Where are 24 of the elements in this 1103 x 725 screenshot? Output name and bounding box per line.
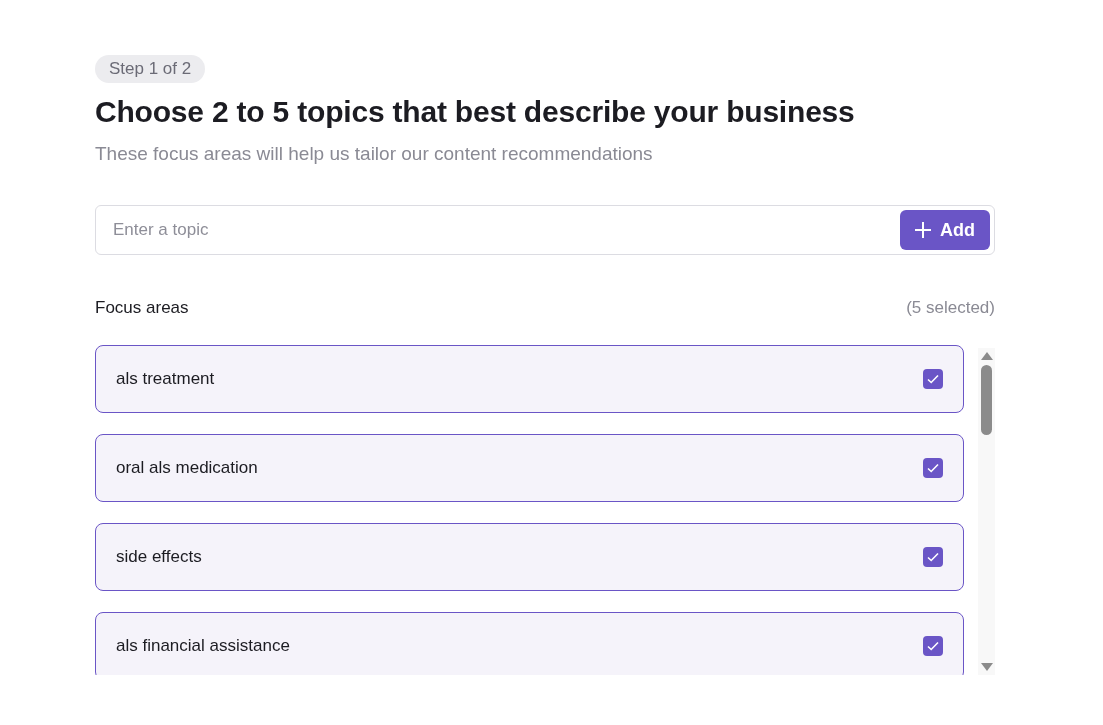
checkbox[interactable] (923, 458, 943, 478)
topic-input-field[interactable]: Enter a topic Add (95, 205, 995, 255)
topic-option[interactable]: als financial assistance (95, 612, 964, 675)
focus-areas-label: Focus areas (95, 298, 189, 318)
topic-label: oral als medication (116, 458, 258, 478)
checkbox[interactable] (923, 547, 943, 567)
scroll-down-icon[interactable] (980, 663, 993, 671)
page-subtitle: These focus areas will help us tailor our content recommendations (95, 143, 654, 165)
checkbox[interactable] (923, 636, 943, 656)
plus-icon (914, 221, 932, 239)
add-button[interactable]: Add (900, 210, 990, 250)
scrollbar[interactable] (978, 348, 995, 675)
topic-label: side effects (116, 547, 202, 567)
topic-option[interactable]: oral als medication (95, 434, 964, 502)
scroll-up-icon[interactable] (980, 352, 993, 360)
topic-option[interactable]: als treatment (95, 345, 964, 413)
scrollbar-thumb[interactable] (981, 365, 992, 435)
step-badge: Step 1 of 2 (95, 55, 206, 83)
topic-option[interactable]: side effects (95, 523, 964, 591)
page-title: Choose 2 to 5 topics that best describe your business (95, 95, 856, 129)
checkbox[interactable] (923, 369, 943, 389)
selected-count: (5 selected) (906, 298, 995, 318)
topic-label: als treatment (116, 369, 215, 389)
topic-label: als financial assistance (116, 636, 290, 656)
